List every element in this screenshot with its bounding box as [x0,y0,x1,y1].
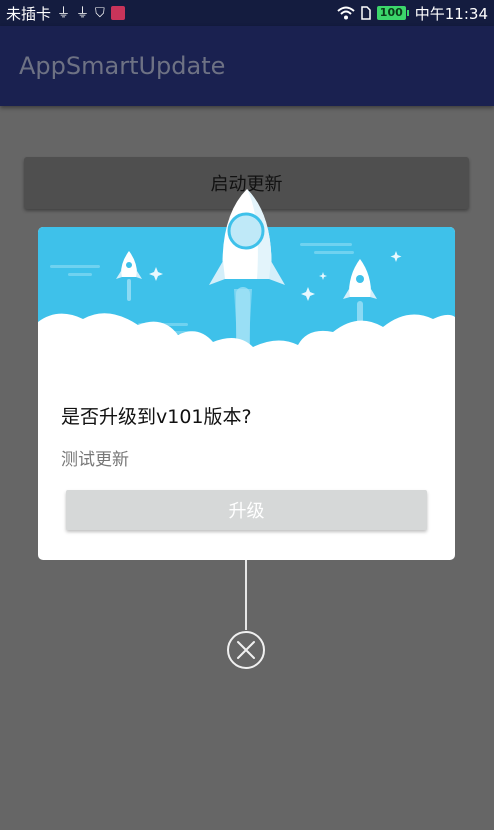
battery-icon: 100 [376,6,409,20]
rocket-icon [209,189,285,285]
battery-level: 100 [376,6,406,20]
close-connector-line [245,560,247,630]
shield-icon: ⛉ [95,5,105,21]
usb-icon: ⏚ [76,5,90,21]
app-title: AppSmartUpdate [19,52,226,80]
wifi-icon [337,6,355,20]
status-bar: 未插卡 ⏚ ⏚ ⛉ 100 中午11:34 [0,0,494,26]
app-bar: AppSmartUpdate [0,26,494,106]
upgrade-button[interactable]: 升级 [66,490,427,530]
usb-icon: ⏚ [57,5,71,21]
clock: 中午11:34 [414,4,488,23]
dialog-message: 测试更新 [61,450,129,470]
status-bar-right: 100 中午11:34 [337,3,488,24]
sim-icon [361,6,371,20]
status-bar-left: 未插卡 ⏚ ⏚ ⛉ [6,3,125,24]
close-icon[interactable] [226,630,266,670]
carrier-text: 未插卡 [6,4,52,23]
notification-badge-icon [110,6,125,20]
upgrade-label: 升级 [228,501,265,522]
dialog-title: 是否升级到v101版本? [61,406,252,428]
